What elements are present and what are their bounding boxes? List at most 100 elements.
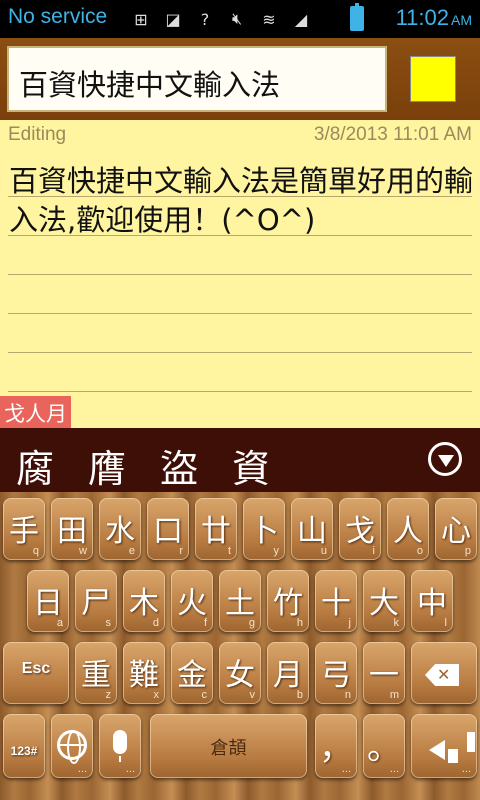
note-title-bar: 百資快捷中文輸入法 bbox=[0, 38, 480, 120]
key-b[interactable]: 月b bbox=[267, 642, 309, 704]
key-o[interactable]: 人o bbox=[387, 498, 429, 560]
key-label: 一 bbox=[369, 658, 399, 693]
language-key[interactable]: ... bbox=[51, 714, 93, 778]
key-sub-label: ... bbox=[389, 763, 399, 775]
key-t[interactable]: 廿t bbox=[195, 498, 237, 560]
key-label: 倉頡 bbox=[210, 738, 247, 759]
key-label: 卜 bbox=[249, 514, 279, 549]
globe-icon bbox=[57, 730, 87, 764]
question-icon: ? bbox=[200, 9, 210, 29]
space-key[interactable]: 倉頡 bbox=[150, 714, 307, 778]
voice-input-key[interactable]: ... bbox=[99, 714, 141, 778]
wifi-icon: ≋ bbox=[262, 9, 276, 29]
status-icons: ⊞ ◪ ? 🔇︎ ≋ ◢ bbox=[128, 6, 314, 32]
carrier-label: No service bbox=[8, 5, 108, 28]
key-w[interactable]: 田w bbox=[51, 498, 93, 560]
candidate-item[interactable]: 膺 bbox=[88, 438, 126, 493]
note-color-button[interactable] bbox=[410, 56, 456, 102]
clock: 11:02 AM bbox=[396, 5, 472, 31]
key-label: 人 bbox=[393, 514, 423, 549]
key-sub-label: r bbox=[179, 545, 183, 557]
note-editor[interactable]: Editing 3/8/2013 11:01 AM 百資快捷中文輸入法是簡單好用… bbox=[0, 120, 480, 428]
note-body-text[interactable]: 百資快捷中文輸入法是簡單好用的輸入法,歡迎使用！(^O^) bbox=[9, 162, 473, 240]
ruled-line bbox=[8, 391, 472, 392]
key-j[interactable]: 十j bbox=[315, 570, 357, 632]
battery-icon bbox=[350, 3, 364, 31]
key-sub-label: x bbox=[153, 689, 160, 701]
key-sub-label: l bbox=[444, 617, 447, 629]
key-k[interactable]: 大k bbox=[363, 570, 405, 632]
ruled-line bbox=[8, 313, 472, 314]
ruled-line bbox=[8, 274, 472, 275]
key-sub-label: q bbox=[32, 545, 39, 557]
key-sub-label: u bbox=[320, 545, 327, 557]
key-m[interactable]: 一m bbox=[363, 642, 405, 704]
key-h[interactable]: 竹h bbox=[267, 570, 309, 632]
key-sub-label: k bbox=[393, 617, 400, 629]
numbers-key[interactable]: 123# bbox=[3, 714, 45, 778]
key-g[interactable]: 土g bbox=[219, 570, 261, 632]
key-label: 竹 bbox=[273, 586, 303, 621]
key-label: 山 bbox=[297, 514, 327, 549]
key-sub-label: n bbox=[344, 689, 351, 701]
esc-key[interactable]: Esc bbox=[3, 642, 69, 704]
key-label: ， bbox=[319, 728, 353, 768]
key-c[interactable]: 金c bbox=[171, 642, 213, 704]
candidate-bar: 腐 膺 盜 資 bbox=[0, 428, 480, 492]
period-key[interactable]: 。... bbox=[363, 714, 405, 778]
key-label: 123# bbox=[10, 744, 38, 758]
key-i[interactable]: 戈i bbox=[339, 498, 381, 560]
key-sub-label: b bbox=[296, 689, 303, 701]
key-v[interactable]: 女v bbox=[219, 642, 261, 704]
clock-time: 11:02 bbox=[395, 5, 449, 30]
candidate-item[interactable]: 資 bbox=[232, 438, 270, 493]
ruled-line bbox=[8, 352, 472, 353]
key-sub-label: ... bbox=[341, 763, 351, 775]
key-q[interactable]: 手q bbox=[3, 498, 45, 560]
key-sub-label: a bbox=[56, 617, 63, 629]
key-label: 。 bbox=[367, 728, 401, 768]
key-sub-label: h bbox=[296, 617, 303, 629]
key-p[interactable]: 心p bbox=[435, 498, 477, 560]
key-f[interactable]: 火f bbox=[171, 570, 213, 632]
key-sub-label: t bbox=[227, 545, 231, 557]
key-label: 心 bbox=[441, 514, 471, 549]
clock-ampm: AM bbox=[451, 12, 472, 28]
key-x[interactable]: 難x bbox=[123, 642, 165, 704]
keyboard: 手q 田w 水e 口r 廿t 卜y 山u 戈i 人o 心p 日a 尸s 木d 火… bbox=[0, 492, 480, 800]
key-r[interactable]: 口r bbox=[147, 498, 189, 560]
key-label: 十 bbox=[321, 586, 351, 621]
key-sub-label: m bbox=[389, 689, 399, 701]
key-d[interactable]: 木d bbox=[123, 570, 165, 632]
composing-text: 戈人月 bbox=[0, 396, 71, 428]
key-a[interactable]: 日a bbox=[27, 570, 69, 632]
key-z[interactable]: 重z bbox=[75, 642, 117, 704]
backspace-key[interactable] bbox=[411, 642, 477, 704]
key-n[interactable]: 弓n bbox=[315, 642, 357, 704]
add-icon: ⊞ bbox=[134, 9, 148, 29]
status-bar: No service ⊞ ◪ ? 🔇︎ ≋ ◢ 11:02 AM bbox=[0, 0, 480, 38]
note-meta: Editing 3/8/2013 11:01 AM bbox=[8, 124, 472, 150]
key-label: 廿 bbox=[201, 514, 231, 549]
key-sub-label: z bbox=[105, 689, 112, 701]
key-label: 難 bbox=[129, 658, 159, 693]
key-label: 戈 bbox=[345, 514, 375, 549]
candidate-item[interactable]: 腐 bbox=[16, 438, 54, 493]
key-sub-label: ... bbox=[77, 763, 87, 775]
candidate-item[interactable]: 盜 bbox=[160, 438, 198, 493]
note-status: Editing bbox=[8, 124, 67, 145]
key-sub-label: ... bbox=[125, 763, 135, 775]
key-label: 木 bbox=[129, 586, 159, 621]
key-label: 中 bbox=[417, 586, 447, 621]
enter-key[interactable]: ... bbox=[411, 714, 477, 778]
key-l[interactable]: 中l bbox=[411, 570, 453, 632]
expand-candidates-icon[interactable] bbox=[428, 442, 462, 476]
key-s[interactable]: 尸s bbox=[75, 570, 117, 632]
note-title-text: 百資快捷中文輸入法 bbox=[19, 68, 281, 102]
note-title-field[interactable]: 百資快捷中文輸入法 bbox=[7, 46, 387, 112]
key-sub-label: p bbox=[464, 545, 471, 557]
comma-key[interactable]: ，... bbox=[315, 714, 357, 778]
key-y[interactable]: 卜y bbox=[243, 498, 285, 560]
key-e[interactable]: 水e bbox=[99, 498, 141, 560]
key-u[interactable]: 山u bbox=[291, 498, 333, 560]
